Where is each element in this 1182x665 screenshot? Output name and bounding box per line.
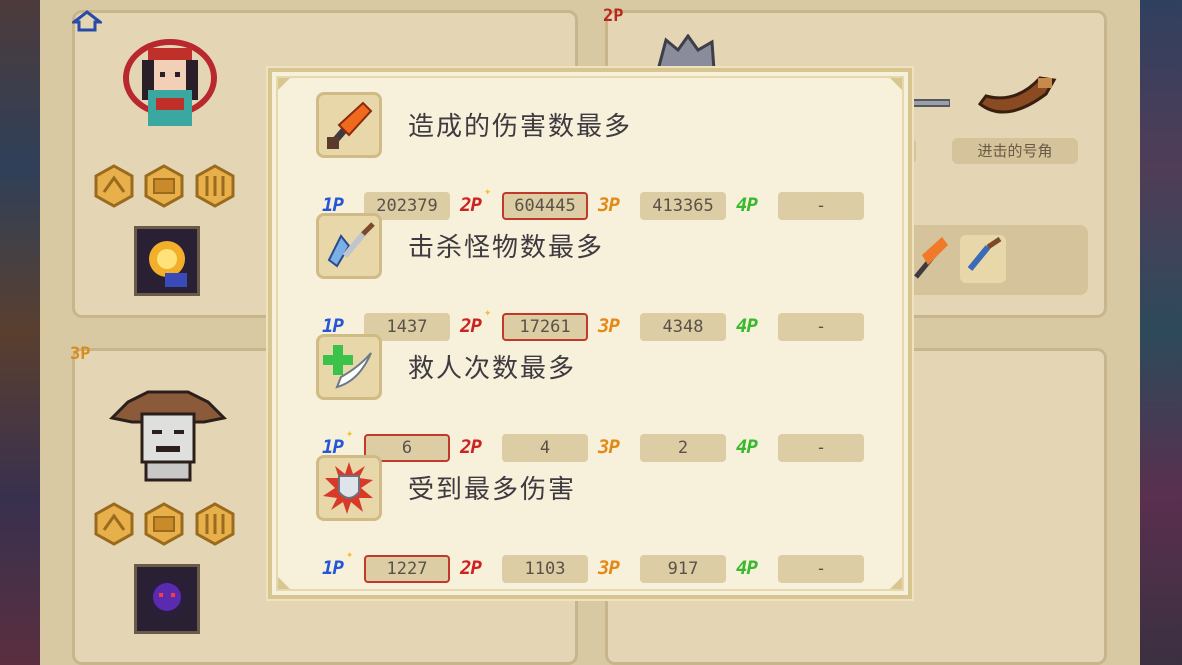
player-label-1p: 1P [322, 557, 344, 579]
corner-ornament-icon [890, 577, 902, 589]
home-icon[interactable] [72, 10, 102, 34]
stat-value-2p: 4 [502, 434, 588, 462]
dagger-shard-icon [316, 213, 382, 279]
stat-value-2p: 604445 [502, 192, 588, 220]
stat-value-3p: 917 [640, 555, 726, 583]
winner-star-icon: ✦ [346, 426, 354, 440]
stat-value-3p: 2 [640, 434, 726, 462]
stats-modal: 造成的伤害数最多 1P 202379 2P ✦ 604445 3P 413365… [266, 66, 914, 601]
winner-star-icon: ✦ [346, 547, 354, 561]
stat-value-3p: 4348 [640, 313, 726, 341]
winner-star-icon: ✦ [484, 305, 492, 319]
stat-title: 受到最多伤害 [408, 475, 577, 505]
winner-star-icon: ✦ [484, 184, 492, 198]
player-label-3p: 3P [598, 436, 620, 458]
buff-scroll-icon-3 [195, 502, 235, 546]
buff-wings-icon [94, 164, 134, 208]
buff-book-icon [144, 164, 184, 208]
buff-scroll-icon [195, 164, 235, 208]
player-2-tag: 2P [603, 6, 624, 26]
player-label-2p: 2P [460, 194, 482, 216]
player-label-2p: 2P [460, 315, 482, 337]
stat-value-1p: 1227 [364, 555, 450, 583]
player-3-skill [134, 564, 200, 634]
buff-wings-icon-3 [94, 502, 134, 546]
stat-value-4p: - [778, 434, 864, 462]
p2-item-label-2: 进击的号角 [952, 138, 1078, 164]
stat-value-2p: 1103 [502, 555, 588, 583]
stat-title: 造成的伤害数最多 [408, 112, 633, 142]
player-3-avatar [108, 378, 228, 482]
stat-value-4p: - [778, 192, 864, 220]
stat-row: 1P 202379 2P ✦ 604445 3P 413365 4P - [322, 184, 882, 222]
player-label-2p: 2P [460, 436, 482, 458]
player-label-4p: 4P [736, 194, 758, 216]
background-right [1140, 0, 1182, 665]
player-label-4p: 4P [736, 315, 758, 337]
player-label-3p: 3P [598, 194, 620, 216]
shield-burst-icon [316, 455, 382, 521]
heal-wing-icon [316, 334, 382, 400]
stat-value-4p: - [778, 313, 864, 341]
stat-row: 1P 1437 2P ✦ 17261 3P 4348 4P - [322, 305, 882, 343]
player-1-skill [134, 226, 200, 296]
player-2-stat-strip [900, 225, 1088, 295]
player-label-3p: 3P [598, 315, 620, 337]
player-label-3p: 3P [598, 557, 620, 579]
player-label-4p: 4P [736, 557, 758, 579]
sword-item-icon [910, 99, 950, 107]
stat-row: 1P ✦ 6 2P 4 3P 2 4P - [322, 426, 882, 464]
player-label-4p: 4P [736, 436, 758, 458]
stat-title: 击杀怪物数最多 [408, 233, 605, 263]
corner-ornament-icon [278, 78, 290, 90]
horn-item-icon [977, 76, 1057, 114]
corner-ornament-icon [890, 78, 902, 90]
stat-value-2p: 17261 [502, 313, 588, 341]
player-label-2p: 2P [460, 557, 482, 579]
stat-value-3p: 413365 [640, 192, 726, 220]
player-2-avatar [656, 34, 716, 70]
flaming-sword-icon [316, 92, 382, 158]
mini-sword-icon [914, 237, 948, 279]
player-1-avatar [120, 38, 220, 138]
corner-ornament-icon [278, 577, 290, 589]
stat-title: 救人次数最多 [408, 354, 577, 384]
player-3-tag: 3P [70, 344, 91, 364]
stat-row: 1P ✦ 1227 2P 1103 3P 917 4P - [322, 547, 882, 585]
background-left [0, 0, 40, 665]
mini-dagger-icon [960, 235, 1006, 283]
buff-book-icon-3 [144, 502, 184, 546]
stat-value-4p: - [778, 555, 864, 583]
